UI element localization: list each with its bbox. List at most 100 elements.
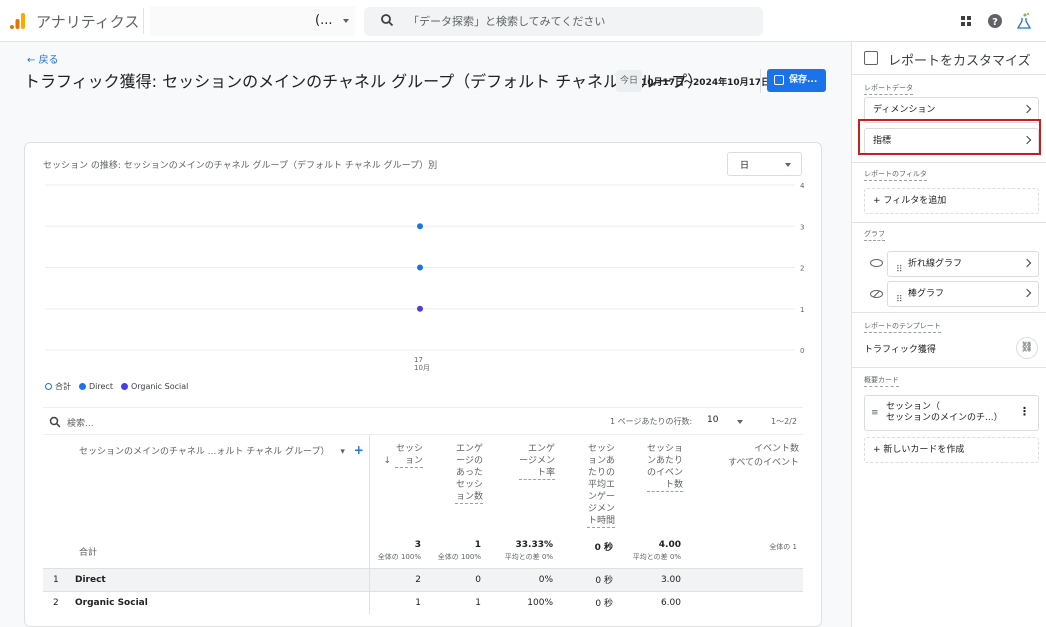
- data-point-organic-social[interactable]: [417, 305, 423, 312]
- back-link[interactable]: ← 戻る: [27, 51, 59, 66]
- table-row[interactable]: 1 Direct 2 0 0% 0 秒 3.00: [43, 567, 803, 591]
- add-filter-label: + フィルタを追加: [873, 196, 947, 206]
- column-header-engagement-rate[interactable]: エンゲージメント率: [487, 435, 559, 536]
- column-label[interactable]: エンゲージメント率: [519, 443, 555, 480]
- granularity-value: 日: [740, 161, 750, 171]
- row-cell: [687, 567, 803, 591]
- graph-section: グラフ ⠿ 折れ線グラフ ⠿ 棒グラフ: [852, 222, 1046, 312]
- analytics-logo-icon[interactable]: [9, 12, 27, 30]
- y-tick-label: 4: [800, 182, 805, 190]
- bar-chart-label: 棒グラフ: [908, 289, 945, 299]
- rows-per-page-caret-icon[interactable]: [737, 420, 743, 424]
- save-button[interactable]: 保存...: [767, 69, 826, 92]
- card-title-line1: セッション（: [886, 402, 941, 412]
- legend-item[interactable]: 合計: [45, 381, 71, 392]
- table-toolbar: 検索... 1 ページあたりの行数: 10 1〜2/2: [43, 407, 803, 435]
- sort-down-icon[interactable]: ↓: [383, 456, 391, 466]
- column-header-events-per-session[interactable]: セッションあたりのイベント数: [619, 435, 687, 536]
- data-point-direct[interactable]: [417, 264, 423, 271]
- column-header-avg-engagement-time[interactable]: セッションあたりの平均エンゲージメント時間: [559, 435, 619, 536]
- y-tick-label: 1: [800, 306, 804, 314]
- visibility-icon[interactable]: [870, 259, 883, 267]
- line-chart-item[interactable]: ⠿ 折れ線グラフ: [887, 251, 1039, 277]
- rows-per-page-select[interactable]: 10: [707, 415, 718, 425]
- global-search[interactable]: 「データ探索」と検索してみてください: [364, 7, 763, 36]
- search-icon: [381, 14, 394, 27]
- section-label: レポートデータ: [864, 83, 913, 95]
- dimension-header[interactable]: セッションのメインのチャネル ...ォルト チャネル グループ） ▾ +: [43, 435, 370, 536]
- header-divider: [143, 8, 144, 34]
- table-header-row: セッションのメインのチャネル ...ォルト チャネル グループ） ▾ + ↓ セッ…: [43, 435, 803, 536]
- visibility-off-icon[interactable]: [870, 290, 883, 298]
- date-range[interactable]: 10月17日〜2024年10月17日: [641, 75, 770, 88]
- total-sub: 全体の 100%: [377, 553, 421, 561]
- legend-label: Organic Social: [130, 382, 189, 391]
- page-range: 1〜2/2: [771, 417, 797, 426]
- y-tick-label: 2: [800, 265, 804, 273]
- account-caret-icon[interactable]: [343, 19, 349, 23]
- search-placeholder[interactable]: 「データ探索」と検索してみてください: [408, 13, 605, 29]
- row-cell: 0%: [487, 567, 559, 591]
- total-cell: 全体の 1: [687, 536, 803, 568]
- total-sub: 平均との差 0%: [504, 553, 553, 561]
- total-sub: 全体の 1: [769, 543, 797, 551]
- drag-handle-icon[interactable]: ⠿: [896, 288, 903, 312]
- column-label[interactable]: イベント数: [754, 443, 799, 455]
- row-dimension[interactable]: 2 Organic Social: [43, 590, 370, 614]
- total-value: 33.33%: [515, 540, 554, 550]
- row-name[interactable]: Direct: [75, 575, 106, 585]
- account-name[interactable]: (...: [315, 13, 332, 28]
- legend-item[interactable]: Organic Social: [120, 382, 189, 391]
- add-filter-button[interactable]: + フィルタを追加: [864, 188, 1039, 214]
- total-sub: 全体の 100%: [437, 553, 481, 561]
- table-row[interactable]: 2 Organic Social 1 1 100% 0 秒 6.00: [43, 590, 803, 614]
- chevron-right-icon: [1022, 104, 1032, 114]
- bar-chart-item[interactable]: ⠿ 棒グラフ: [887, 281, 1039, 307]
- new-card-label: + 新しいカードを作成: [873, 445, 965, 455]
- data-point-合計[interactable]: [417, 223, 423, 230]
- total-cell: 3 全体の 100%: [369, 536, 427, 568]
- summary-card-item[interactable]: ≡ セッション（ セッションのメインのチ...） ⋮: [864, 395, 1039, 431]
- dimension-header-label[interactable]: セッションのメインのチャネル ...ォルト チャネル グループ）: [79, 447, 329, 457]
- labs-flask-icon[interactable]: [1015, 12, 1033, 30]
- chevron-right-icon: [1022, 288, 1032, 298]
- row-cell: [687, 590, 803, 614]
- row-name[interactable]: Organic Social: [75, 598, 148, 608]
- row-index: 1: [53, 574, 59, 585]
- table-search-input[interactable]: 検索...: [67, 416, 94, 429]
- column-header-engaged-sessions[interactable]: エンゲージのあったセッション数: [427, 435, 487, 536]
- chevron-down-icon: [785, 163, 791, 167]
- add-dimension-icon[interactable]: +: [354, 443, 364, 457]
- legend-dot-icon: [79, 383, 86, 390]
- dimension-dropdown-icon[interactable]: ▾: [340, 447, 345, 457]
- column-header-sessions[interactable]: ↓ セッション: [369, 435, 427, 536]
- column-sublabel[interactable]: すべてのイベント: [728, 458, 799, 468]
- row-cell: 2: [369, 567, 427, 591]
- highlight-box: [858, 119, 1041, 155]
- column-label[interactable]: セッションあたりのイベント数: [647, 443, 683, 492]
- total-cell: 0 秒: [559, 536, 619, 568]
- total-cell: 33.33% 平均との差 0%: [487, 536, 559, 568]
- back-label[interactable]: 戻る: [39, 55, 59, 66]
- new-card-button[interactable]: + 新しいカードを作成: [864, 437, 1039, 463]
- column-label[interactable]: エンゲージのあったセッション数: [455, 443, 483, 504]
- apps-grid-icon[interactable]: [957, 12, 975, 30]
- legend-label: 合計: [55, 382, 71, 391]
- today-badge[interactable]: 今日: [616, 70, 643, 92]
- x-tick-label: 10月: [414, 364, 430, 372]
- x-tick-label: 17: [414, 356, 423, 364]
- row-cell: 0: [427, 567, 487, 591]
- unlink-template-icon[interactable]: ⛓: [1016, 337, 1038, 359]
- legend-item[interactable]: Direct: [79, 382, 113, 391]
- help-icon[interactable]: ?: [986, 12, 1004, 30]
- total-cell: 1 全体の 100%: [427, 536, 487, 568]
- column-label[interactable]: セッションあたりの平均エンゲージメント時間: [587, 443, 615, 528]
- row-dimension[interactable]: 1 Direct: [43, 567, 370, 591]
- row-cell: 3.00: [619, 567, 687, 591]
- chart-title: セッション の推移: セッションのメインのチャネル グループ（デフォルト チャネ…: [43, 161, 438, 171]
- column-label[interactable]: セッション: [395, 443, 423, 468]
- column-header-event-count[interactable]: イベント数すべてのイベント: [687, 435, 803, 536]
- more-vert-icon[interactable]: ⋮: [1019, 406, 1030, 417]
- filter-section: レポートのフィルタ + フィルタを追加: [852, 162, 1046, 222]
- drag-handle-icon[interactable]: ⠿: [896, 258, 903, 282]
